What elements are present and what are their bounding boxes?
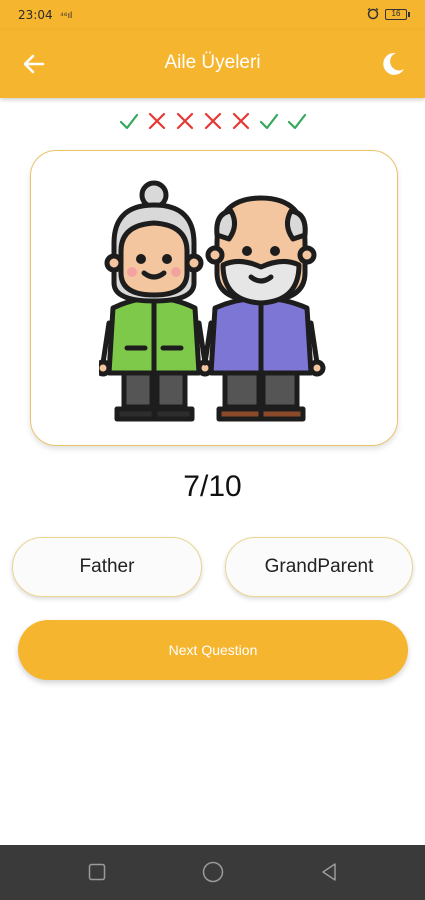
cross-icon xyxy=(146,110,168,132)
app-bar: Aile Üyeleri xyxy=(0,30,425,98)
next-question-button[interactable]: Next Question xyxy=(18,620,408,680)
check-icon xyxy=(258,110,280,132)
triangle-back-icon xyxy=(322,863,336,881)
system-nav-bar xyxy=(0,845,425,900)
battery-icon: 16 xyxy=(385,8,410,20)
back-nav-button[interactable] xyxy=(316,859,342,885)
answer-button-father[interactable]: Father xyxy=(12,537,202,597)
status-bar: 23:04 ⁴⁶ıl 16 xyxy=(0,0,425,30)
cross-icon xyxy=(230,110,252,132)
grandparents-illustration xyxy=(99,180,326,422)
score-counter: 7/10 xyxy=(183,470,242,503)
cross-icon xyxy=(174,110,196,132)
circle-icon xyxy=(202,861,224,883)
alarm-icon xyxy=(367,8,379,20)
page-title: Aile Üyeleri xyxy=(164,52,261,73)
cross-icon xyxy=(202,110,224,132)
answer-button-grandparent[interactable]: GrandParent xyxy=(225,537,413,597)
progress-marks xyxy=(0,110,425,134)
signal-icon: ⁴⁶ıl xyxy=(60,10,73,20)
recents-button[interactable] xyxy=(84,859,110,885)
moon-icon xyxy=(383,52,404,75)
check-icon xyxy=(118,110,140,132)
check-icon xyxy=(286,110,308,132)
theme-toggle-button[interactable] xyxy=(377,48,409,80)
status-time: 23:04 xyxy=(18,8,53,22)
status-icons: 16 xyxy=(366,8,410,20)
question-image-card xyxy=(30,150,398,446)
square-icon xyxy=(88,863,106,881)
home-button[interactable] xyxy=(200,859,226,885)
